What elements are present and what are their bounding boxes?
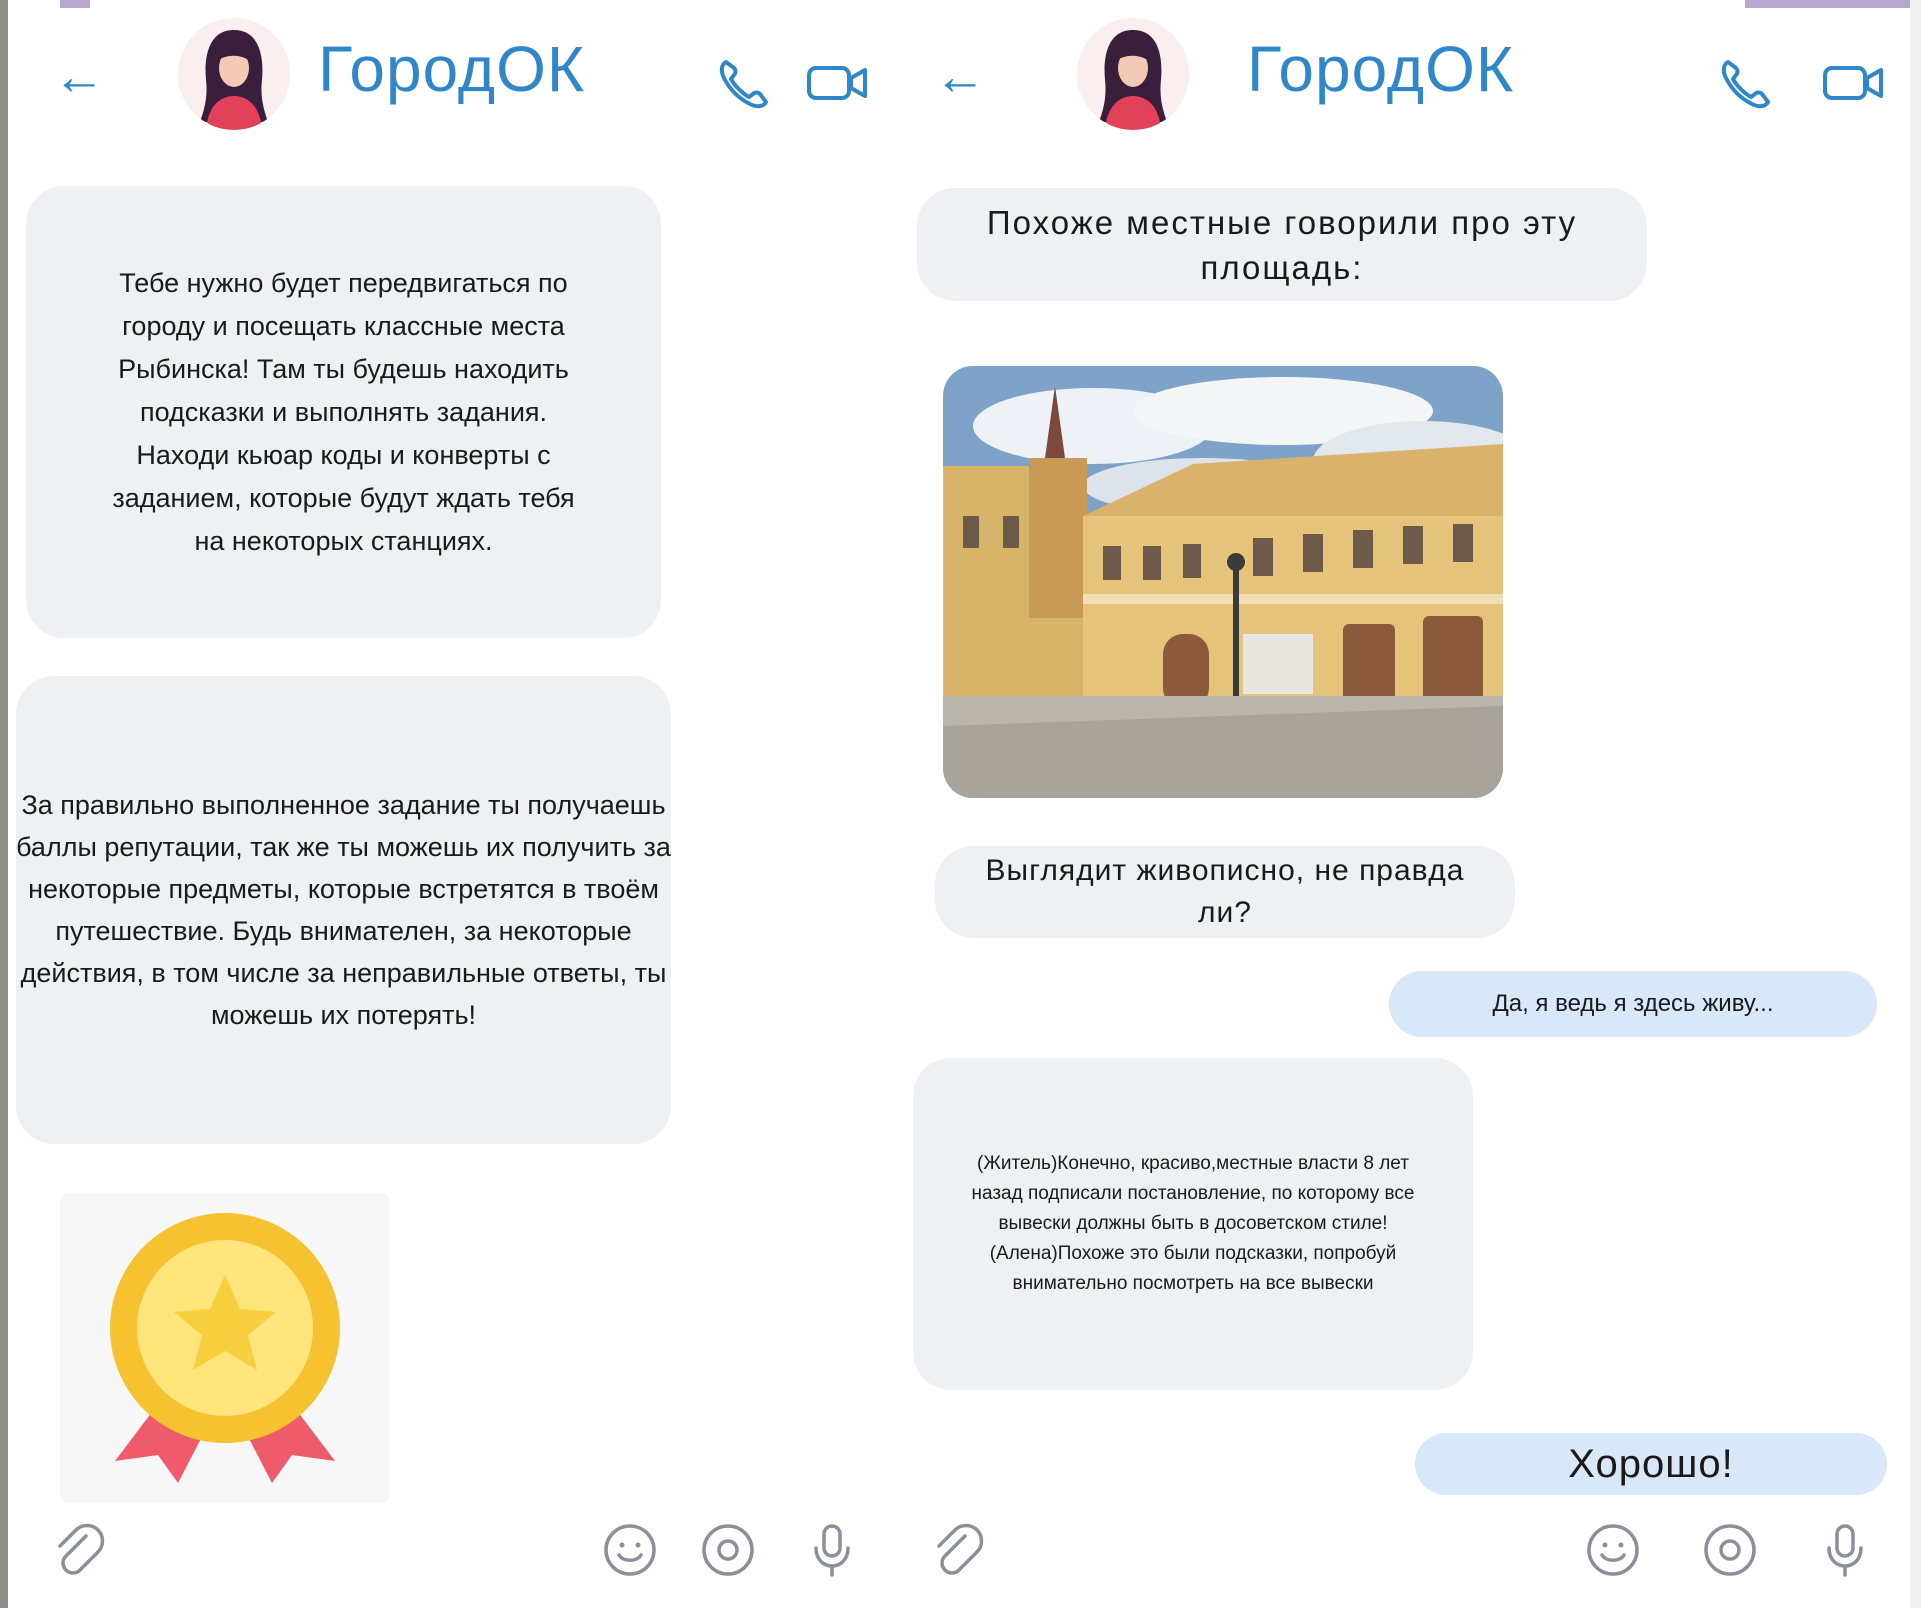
message-bubble-incoming: Тебе нужно будет передвигаться по городу… [26,186,661,638]
top-accent-left [60,0,90,8]
video-camera-icon[interactable] [1817,48,1887,118]
chat-title: ГородОК [318,33,586,105]
message-text: Тебе нужно будет передвигаться по городу… [112,267,575,556]
chat-header: ← ГородОК [905,8,1910,130]
message-text: Да, я ведь я здесь живу... [1492,990,1774,1017]
message-bubble-incoming: Похоже местные говорили про эту площадь: [917,188,1647,301]
message-text: (Житель)Конечно, красиво,местные власти … [971,1153,1415,1294]
back-arrow-icon[interactable]: ← [44,42,114,112]
emoji-icon[interactable] [600,1520,660,1580]
reward-medal-icon [60,1193,390,1503]
top-strip [0,0,1921,8]
emoji-icon[interactable] [1583,1520,1643,1580]
camera-icon[interactable] [1700,1520,1760,1580]
message-text: Похоже местные говорили про эту площадь: [986,203,1578,286]
message-bubble-outgoing: Да, я ведь я здесь живу... [1389,971,1877,1037]
chat-title: ГородОК [1247,33,1515,105]
message-bubble-incoming: (Житель)Конечно, красиво,местные власти … [913,1058,1473,1390]
back-arrow-icon[interactable]: ← [925,42,995,112]
microphone-icon[interactable] [1815,1520,1875,1580]
top-accent-right [1745,0,1921,8]
message-text: За правильно выполненное задание ты полу… [16,790,671,1030]
chat-header: ← ГородОК [8,8,883,130]
avatar[interactable] [1077,18,1189,130]
camera-icon[interactable] [698,1520,758,1580]
message-bubble-incoming: Выглядит живописно, не правда ли? [935,846,1515,938]
avatar[interactable] [178,18,290,130]
square-photo[interactable] [943,366,1503,798]
message-bubble-outgoing: Хорошо! [1415,1433,1887,1495]
phone-icon[interactable] [1710,48,1780,118]
video-camera-icon[interactable] [801,48,871,118]
message-composer [905,1490,1910,1608]
left-edge [0,0,8,1608]
microphone-icon[interactable] [802,1520,862,1580]
chat-screen-left: ← ГородОК Тебе нужно будет передвигаться… [8,8,883,1608]
message-composer [8,1490,883,1608]
attachment-icon[interactable] [927,1520,987,1580]
phone-icon[interactable] [708,48,778,118]
attachment-icon[interactable] [48,1520,108,1580]
message-text: Хорошо! [1568,1442,1734,1486]
message-bubble-incoming: За правильно выполненное задание ты полу… [16,676,671,1144]
right-edge [1910,0,1921,1608]
message-text: Выглядит живописно, не правда ли? [985,854,1465,929]
chat-screen-right: ← ГородОК Похоже местные говорили про эт… [905,8,1910,1608]
